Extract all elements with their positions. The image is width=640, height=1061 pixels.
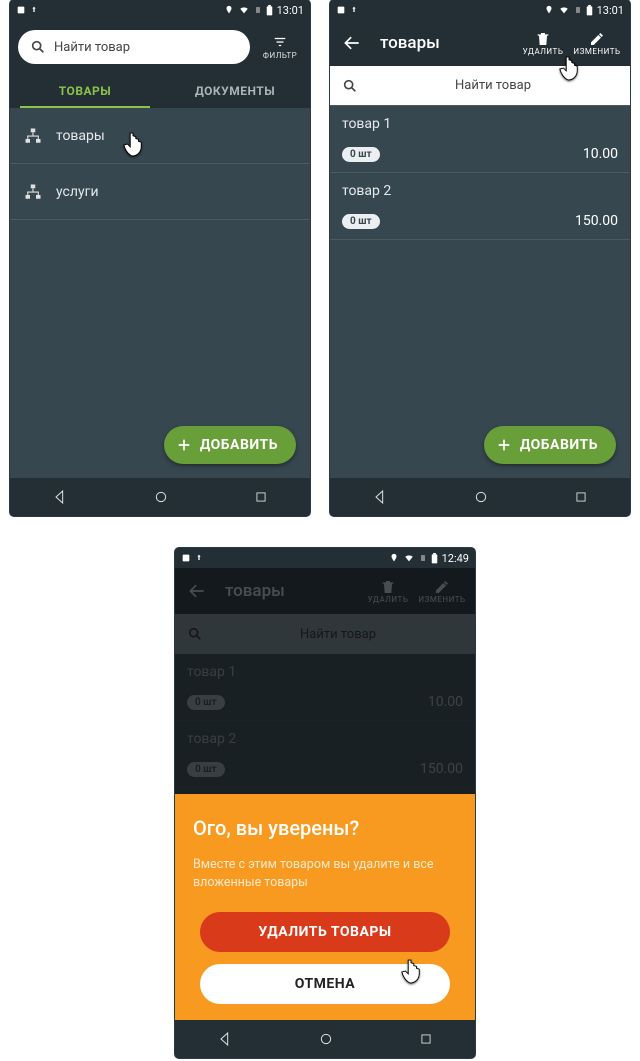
pencil-icon	[589, 31, 605, 47]
product-qty: 0 шт	[342, 214, 380, 229]
product-name: товар 1	[342, 116, 618, 132]
nav-recent-icon[interactable]	[574, 490, 588, 504]
nav-back-icon[interactable]	[52, 489, 68, 505]
status-time: 12:49	[442, 552, 469, 565]
appbar-title: товары	[380, 33, 440, 53]
search-placeholder: Найти товар	[368, 78, 618, 93]
confirm-delete-label: УДАЛИТЬ ТОВАРЫ	[258, 924, 391, 940]
dialog-title: Ого, вы уверены?	[193, 816, 457, 840]
confirm-delete-sheet: Ого, вы уверены? Вместе с этим товаром в…	[175, 794, 475, 1020]
system-nav-bar	[175, 1020, 475, 1058]
category-item-goods[interactable]: товары	[10, 108, 310, 164]
product-price: 150.00	[380, 213, 618, 229]
org-chart-icon	[24, 183, 42, 201]
nav-back-icon[interactable]	[372, 489, 388, 505]
nav-home-icon[interactable]	[318, 1031, 334, 1047]
edit-action[interactable]: ИЗМЕНИТЬ	[570, 31, 624, 56]
nav-home-icon[interactable]	[473, 489, 489, 505]
notification-icon	[336, 5, 346, 15]
search-icon	[30, 39, 46, 55]
phone-screen-2: 13:01 товары УДАЛИТЬ ИЗМЕНИТЬ Найти това…	[330, 0, 630, 516]
nav-home-icon[interactable]	[153, 489, 169, 505]
location-icon	[224, 5, 234, 15]
battery-icon	[266, 5, 273, 16]
cancel-button[interactable]: ОТМЕНА	[200, 964, 450, 1004]
wifi-icon	[558, 5, 570, 15]
no-sim-icon	[574, 5, 582, 15]
confirm-delete-button[interactable]: УДАЛИТЬ ТОВАРЫ	[200, 912, 450, 952]
upload-icon	[350, 5, 358, 15]
edit-label: ИЗМЕНИТЬ	[573, 47, 620, 56]
location-icon	[544, 5, 554, 15]
status-time: 13:01	[277, 4, 304, 17]
product-name: товар 2	[342, 183, 618, 199]
trash-icon	[535, 31, 551, 47]
product-qty: 0 шт	[342, 147, 380, 162]
add-button-label: ДОБАВИТЬ	[520, 437, 598, 453]
product-row[interactable]: товар 2 0 шт 150.00	[330, 173, 630, 240]
nav-back-icon[interactable]	[217, 1031, 233, 1047]
category-label: товары	[56, 128, 105, 144]
search-input[interactable]: Найти товар	[18, 30, 250, 64]
search-icon	[342, 78, 358, 94]
tab-goods[interactable]: ТОВАРЫ	[10, 74, 160, 108]
wifi-icon	[403, 553, 415, 563]
nav-recent-icon[interactable]	[419, 1032, 433, 1046]
status-bar: 13:01	[330, 0, 630, 20]
battery-icon	[586, 5, 593, 16]
search-placeholder: Найти товар	[54, 40, 130, 55]
filter-icon	[271, 35, 289, 49]
tab-documents[interactable]: ДОКУМЕНТЫ	[160, 74, 310, 108]
no-sim-icon	[254, 5, 262, 15]
upload-icon	[195, 553, 203, 563]
add-button[interactable]: ДОБАВИТЬ	[164, 426, 296, 464]
product-price: 10.00	[380, 146, 618, 162]
plus-icon	[176, 437, 192, 453]
system-nav-bar	[10, 478, 310, 516]
phone-screen-1: 13:01 Найти товар ФИЛЬТР ТОВАРЫ	[10, 0, 310, 516]
filter-button[interactable]: ФИЛЬТР	[258, 35, 302, 60]
nav-recent-icon[interactable]	[254, 490, 268, 504]
category-item-services[interactable]: услуги	[10, 164, 310, 220]
cancel-label: ОТМЕНА	[295, 976, 355, 992]
delete-action[interactable]: УДАЛИТЬ	[516, 31, 570, 56]
back-arrow-icon[interactable]	[336, 27, 368, 59]
notification-icon	[16, 5, 26, 15]
location-icon	[389, 553, 399, 563]
add-button-label: ДОБАВИТЬ	[200, 437, 278, 453]
upload-icon	[30, 5, 38, 15]
product-row[interactable]: товар 1 0 шт 10.00	[330, 106, 630, 173]
status-bar: 13:01	[10, 0, 310, 20]
org-chart-icon	[24, 127, 42, 145]
dialog-body: Вместе с этим товаром вы удалите и все в…	[193, 856, 457, 892]
no-sim-icon	[419, 553, 427, 563]
category-label: услуги	[56, 184, 99, 200]
add-button[interactable]: ДОБАВИТЬ	[484, 426, 616, 464]
status-bar: 12:49	[175, 548, 475, 568]
delete-label: УДАЛИТЬ	[523, 47, 564, 56]
notification-icon	[181, 553, 191, 563]
system-nav-bar	[330, 478, 630, 516]
filter-label: ФИЛЬТР	[263, 51, 297, 60]
phone-screen-3: 12:49 товары УДАЛИТЬ ИЗМЕНИТЬ Найти това…	[175, 548, 475, 1058]
status-time: 13:01	[597, 4, 624, 17]
app-bar: товары УДАЛИТЬ ИЗМЕНИТЬ	[330, 20, 630, 66]
battery-icon	[431, 553, 438, 564]
plus-icon	[496, 437, 512, 453]
wifi-icon	[238, 5, 250, 15]
search-input[interactable]: Найти товар	[330, 66, 630, 106]
